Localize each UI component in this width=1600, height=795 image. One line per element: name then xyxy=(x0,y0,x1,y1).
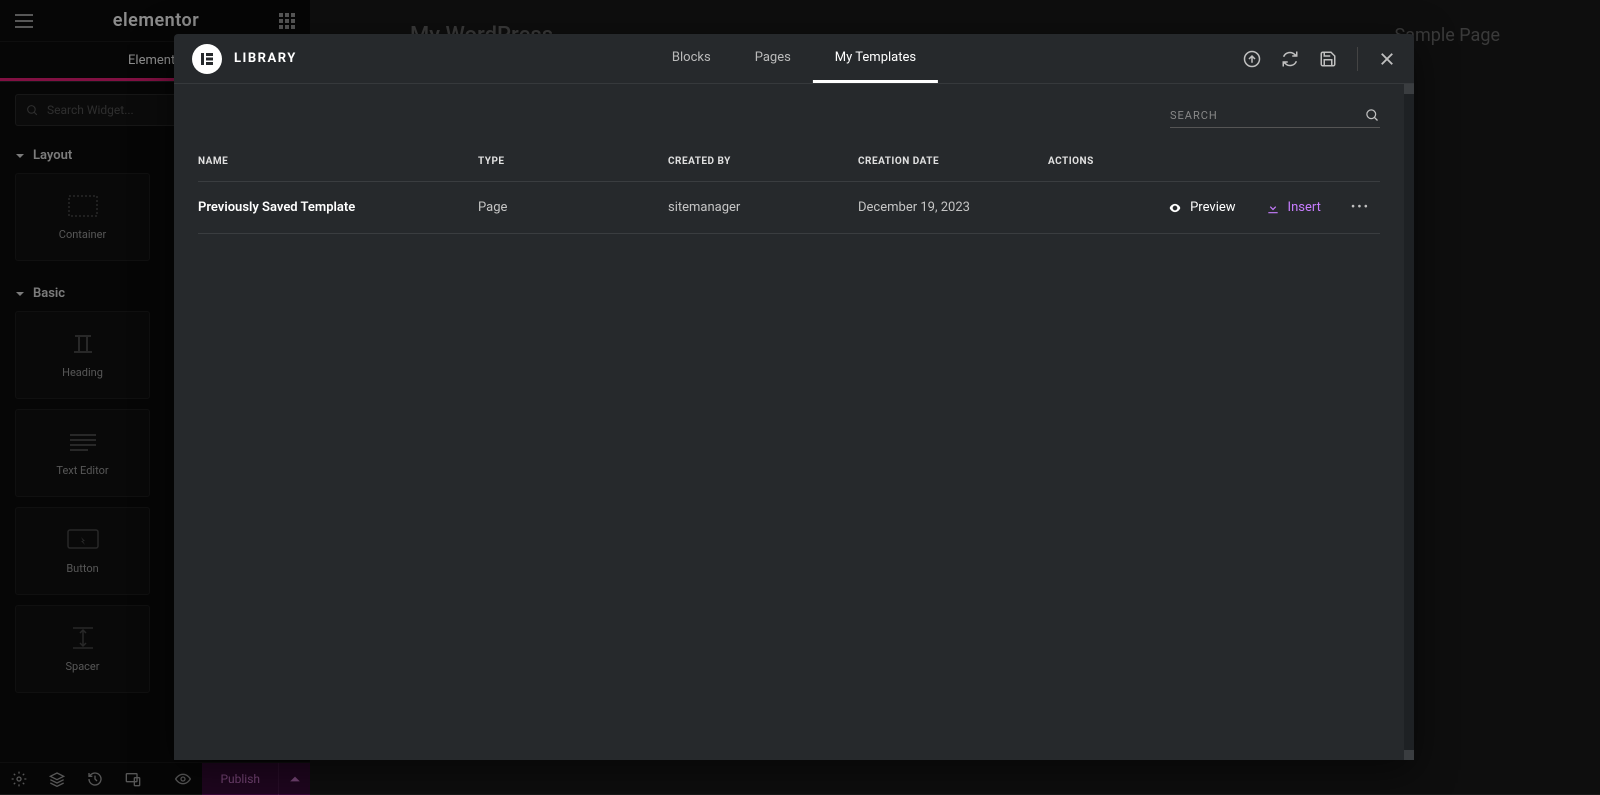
modal-title: LIBRARY xyxy=(234,51,297,66)
modal-tabs: Blocks Pages My Templates xyxy=(650,34,938,83)
download-icon xyxy=(1266,201,1280,215)
scrollbar[interactable] xyxy=(1404,84,1414,760)
sync-button[interactable] xyxy=(1281,50,1299,68)
template-name: Previously Saved Template xyxy=(198,200,478,215)
tab-blocks[interactable]: Blocks xyxy=(650,34,733,83)
elementor-logo-icon xyxy=(192,44,222,74)
divider xyxy=(1357,47,1358,71)
col-name[interactable]: NAME xyxy=(198,156,478,167)
template-search[interactable] xyxy=(1170,108,1380,128)
insert-button[interactable]: Insert xyxy=(1266,200,1321,215)
template-date: December 19, 2023 xyxy=(858,200,1048,215)
template-type: Page xyxy=(478,200,668,215)
scroll-up-button[interactable] xyxy=(1404,84,1414,94)
more-actions-button[interactable]: ••• xyxy=(1351,200,1380,215)
close-button[interactable] xyxy=(1378,50,1396,68)
tab-pages[interactable]: Pages xyxy=(733,34,813,83)
row-actions: Preview Insert ••• xyxy=(1048,200,1380,215)
eye-icon xyxy=(1168,201,1182,215)
modal-header: LIBRARY Blocks Pages My Templates xyxy=(174,34,1414,84)
template-search-input[interactable] xyxy=(1170,109,1357,122)
col-creation-date[interactable]: CREATION DATE xyxy=(858,156,1048,167)
tab-my-templates[interactable]: My Templates xyxy=(813,34,938,83)
col-created-by[interactable]: CREATED BY xyxy=(668,156,858,167)
search-icon xyxy=(1365,108,1380,123)
template-author: sitemanager xyxy=(668,200,858,215)
import-button[interactable] xyxy=(1243,50,1261,68)
library-modal: LIBRARY Blocks Pages My Templates NAME T… xyxy=(174,34,1414,760)
templates-table: NAME TYPE CREATED BY CREATION DATE ACTIO… xyxy=(174,138,1404,234)
save-button[interactable] xyxy=(1319,50,1337,68)
table-header: NAME TYPE CREATED BY CREATION DATE ACTIO… xyxy=(198,138,1380,182)
preview-button[interactable]: Preview xyxy=(1168,200,1235,215)
table-row: Previously Saved Template Page sitemanag… xyxy=(198,182,1380,234)
scroll-down-button[interactable] xyxy=(1404,750,1414,760)
col-actions: ACTIONS xyxy=(1048,156,1380,167)
preview-label: Preview xyxy=(1190,200,1235,215)
col-type[interactable]: TYPE xyxy=(478,156,668,167)
insert-label: Insert xyxy=(1288,200,1321,215)
modal-body: NAME TYPE CREATED BY CREATION DATE ACTIO… xyxy=(174,84,1404,760)
